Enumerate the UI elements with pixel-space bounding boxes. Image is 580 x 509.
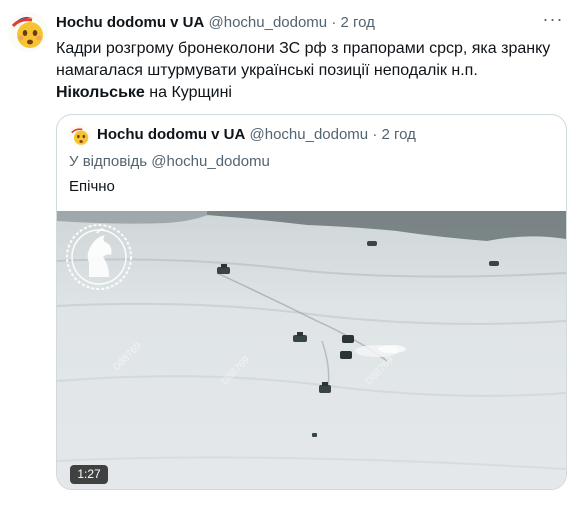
armored-vehicle-3	[342, 335, 354, 343]
tweet-text-part2: на Курщині	[144, 84, 232, 101]
emoji-face-icon	[11, 16, 43, 48]
quoted-tweet-card[interactable]: Hochu dodomu v UA @hochu_dodomu · 2 год …	[56, 114, 567, 490]
quoted-tweet-header: Hochu dodomu v UA @hochu_dodomu · 2 год	[97, 124, 416, 146]
video-duration: 1:27	[70, 465, 108, 484]
quoted-tweet-text: Епічно	[69, 178, 115, 195]
author-name[interactable]: Hochu dodomu v UA	[56, 14, 204, 31]
location-highlight: Нікольське	[56, 84, 145, 101]
reply-to-label: У відповідь @hochu_dodomu	[69, 153, 270, 170]
author-handle[interactable]: @hochu_dodomu	[209, 14, 328, 31]
armored-vehicle-6	[367, 241, 377, 246]
quoted-author-name: Hochu dodomu v UA	[97, 126, 246, 143]
quoted-tweet-time: 2 год	[381, 126, 416, 143]
author-avatar[interactable]	[8, 12, 48, 52]
more-options-icon[interactable]: ···	[542, 10, 564, 34]
emoji-face-icon	[71, 128, 89, 145]
quoted-time-separator: ·	[372, 126, 378, 143]
tweet-text: Кадри розгрому бронеколони ЗС рф з прапо…	[56, 38, 561, 104]
armored-vehicle-8	[312, 433, 317, 437]
tweet-header: Hochu dodomu v UA @hochu_dodomu · 2 год …	[56, 10, 564, 34]
video-player[interactable]: D88769 D88769 D88769 1:27	[57, 211, 566, 489]
armored-vehicle-7	[489, 261, 499, 266]
armored-vehicle-4	[340, 351, 352, 359]
tweet-time[interactable]: 2 год	[341, 14, 375, 31]
time-separator: ·	[331, 14, 337, 31]
video-frame: D88769 D88769 D88769	[57, 211, 566, 489]
quoted-author-handle: @hochu_dodomu	[249, 126, 369, 143]
tweet-text-part1: Кадри розгрому бронеколони ЗС рф з прапо…	[56, 40, 551, 79]
quoted-author-avatar	[69, 125, 91, 147]
